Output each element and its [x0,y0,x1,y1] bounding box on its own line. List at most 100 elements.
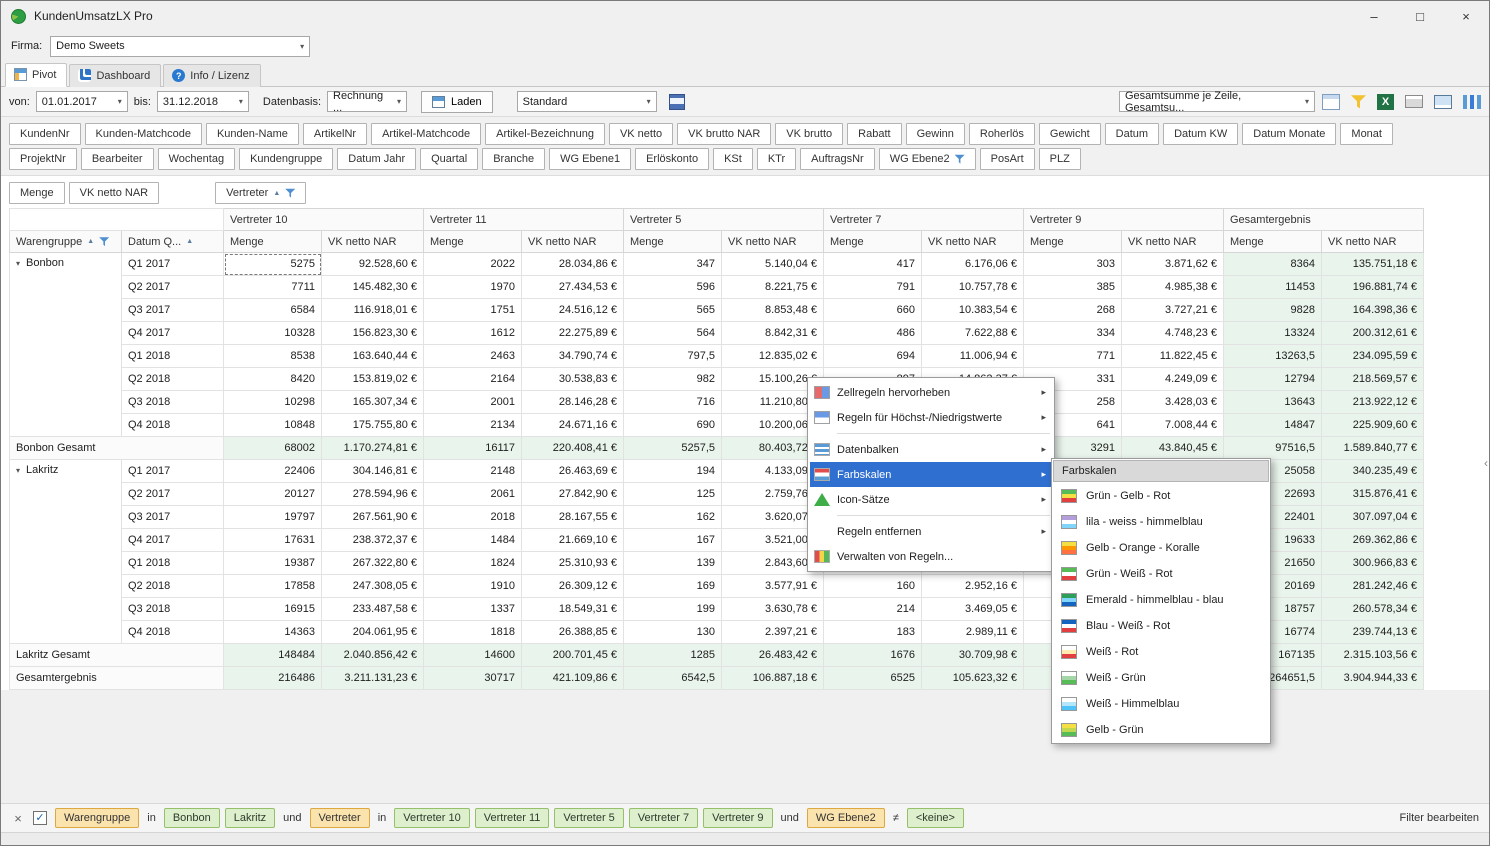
value-cell[interactable]: 13263,5 [1224,345,1322,368]
total-value-cell[interactable]: 1.589.840,77 € [1322,437,1424,460]
measure-header[interactable]: Menge [1024,231,1122,253]
value-cell[interactable]: 116.918,01 € [322,299,424,322]
pivot-layout-icon[interactable] [1322,94,1340,110]
value-cell[interactable]: 2.397,21 € [722,621,824,644]
value-cell[interactable]: 1818 [424,621,522,644]
value-cell[interactable]: 218.569,57 € [1322,368,1424,391]
layout-select[interactable]: Standard ▾ [517,91,657,112]
filter-value-chip[interactable]: Vertreter 10 [394,808,469,828]
value-cell[interactable]: 20127 [224,483,322,506]
field-chip[interactable]: Gewicht [1039,123,1101,145]
total-value-cell[interactable]: 1285 [624,644,722,667]
value-cell[interactable]: 247.308,05 € [322,575,424,598]
value-cell[interactable]: 8.853,48 € [722,299,824,322]
value-cell[interactable]: 2018 [424,506,522,529]
value-cell[interactable]: 1612 [424,322,522,345]
tab-info-lizenz[interactable]: Info / Lizenz [163,64,260,87]
value-cell[interactable]: 4.748,23 € [1122,322,1224,345]
excel-export-icon[interactable] [1377,94,1394,110]
field-chip[interactable]: VK netto [609,123,673,145]
value-cell[interactable]: 564 [624,322,722,345]
quarter-cell[interactable]: Q4 2017 [122,529,224,552]
field-chip[interactable]: Datum KW [1163,123,1238,145]
menu-item[interactable]: Datenbalken▸ [810,437,1052,462]
grand-total-cell[interactable]: 105.623,32 € [922,667,1024,690]
sort-asc-icon[interactable]: ▲ [87,238,94,245]
row-field-header[interactable]: Warengruppe▲ [10,231,122,253]
field-chip[interactable]: Erlöskonto [635,148,709,170]
measure-chip[interactable]: VK netto NAR [69,182,159,204]
value-cell[interactable]: 225.909,60 € [1322,414,1424,437]
field-chip[interactable]: Artikel-Matchcode [371,123,481,145]
grand-total-cell[interactable]: 3.904.944,33 € [1322,667,1424,690]
quarter-cell[interactable]: Q1 2017 [122,253,224,276]
measure-header[interactable]: Menge [224,231,322,253]
value-cell[interactable]: 6584 [224,299,322,322]
value-cell[interactable]: 130 [624,621,722,644]
value-cell[interactable]: 30.538,83 € [522,368,624,391]
tab-pivot[interactable]: Pivot [5,63,67,87]
value-cell[interactable]: 14847 [1224,414,1322,437]
menu-item[interactable]: Zellregeln hervorheben▸ [810,380,1052,405]
value-cell[interactable]: 11.822,45 € [1122,345,1224,368]
field-chip[interactable]: Branche [482,148,545,170]
measure-header[interactable]: VK netto NAR [1122,231,1224,253]
value-cell[interactable]: 25.310,93 € [522,552,624,575]
value-cell[interactable]: 5.140,04 € [722,253,824,276]
total-value-cell[interactable]: 1.170.274,81 € [322,437,424,460]
quarter-cell[interactable]: Q4 2018 [122,414,224,437]
measure-header[interactable]: VK netto NAR [522,231,624,253]
value-cell[interactable]: 12.835,02 € [722,345,824,368]
value-cell[interactable]: 660 [824,299,922,322]
value-cell[interactable]: 2001 [424,391,522,414]
quarter-cell[interactable]: Q3 2017 [122,506,224,529]
value-cell[interactable]: 165.307,34 € [322,391,424,414]
menu-item[interactable]: Icon-Sätze▸ [810,487,1052,512]
value-cell[interactable]: 13643 [1224,391,1322,414]
laden-button[interactable]: Laden [421,91,493,113]
value-cell[interactable]: 2.989,11 € [922,621,1024,644]
grand-total-cell[interactable]: 421.109,86 € [522,667,624,690]
value-cell[interactable]: 22.275,89 € [522,322,624,345]
total-value-cell[interactable]: 26.483,42 € [722,644,824,667]
value-cell[interactable]: 27.842,90 € [522,483,624,506]
value-cell[interactable]: 3.727,21 € [1122,299,1224,322]
close-filter-icon[interactable]: × [11,811,25,826]
value-cell[interactable]: 304.146,81 € [322,460,424,483]
value-cell[interactable]: 347 [624,253,722,276]
column-group-header[interactable]: Vertreter 5 [624,209,824,231]
value-cell[interactable]: 315.876,41 € [1322,483,1424,506]
quarter-cell[interactable]: Q1 2018 [122,345,224,368]
filter-icon[interactable] [99,237,109,247]
filter-icon[interactable] [955,154,965,164]
column-group-header[interactable]: Gesamtergebnis [1224,209,1424,231]
summary-mode-select[interactable]: Gesamtsumme je Zeile, Gesamtsu... ▾ [1119,91,1315,112]
field-chip[interactable]: Artikel-Bezeichnung [485,123,605,145]
value-cell[interactable]: 26.388,85 € [522,621,624,644]
value-cell[interactable]: 22406 [224,460,322,483]
value-cell[interactable]: 267.561,90 € [322,506,424,529]
datenbasis-select[interactable]: Rechnung ... ▾ [327,91,407,112]
value-cell[interactable]: 213.922,12 € [1322,391,1424,414]
column-field-chip[interactable]: Vertreter ▲ [215,182,306,204]
submenu-item[interactable]: Grün - Weiß - Rot [1052,561,1270,587]
column-group-header[interactable]: Vertreter 10 [224,209,424,231]
submenu-item[interactable]: Weiß - Himmelblau [1052,691,1270,717]
menu-item[interactable]: Regeln für Höchst-/Niedrigstwerte▸ [810,405,1052,430]
grand-total-cell[interactable]: 6525 [824,667,922,690]
field-chip[interactable]: Roherlös [969,123,1035,145]
total-value-cell[interactable]: 14600 [424,644,522,667]
value-cell[interactable]: 24.671,16 € [522,414,624,437]
von-date-input[interactable]: 01.01.2017 ▾ [36,91,128,112]
value-cell[interactable]: 2164 [424,368,522,391]
value-cell[interactable]: 26.463,69 € [522,460,624,483]
filter-enabled-checkbox[interactable]: ✓ [33,811,47,825]
collapse-icon[interactable]: ▾ [16,466,20,475]
value-cell[interactable]: 163.640,44 € [322,345,424,368]
filter-funnel-icon[interactable] [1351,95,1366,109]
value-cell[interactable]: 1484 [424,529,522,552]
grand-total-cell[interactable]: 3.211.131,23 € [322,667,424,690]
value-cell[interactable]: 2022 [424,253,522,276]
print-icon[interactable] [1405,95,1423,108]
submenu-item[interactable]: Blau - Weiß - Rot [1052,613,1270,639]
